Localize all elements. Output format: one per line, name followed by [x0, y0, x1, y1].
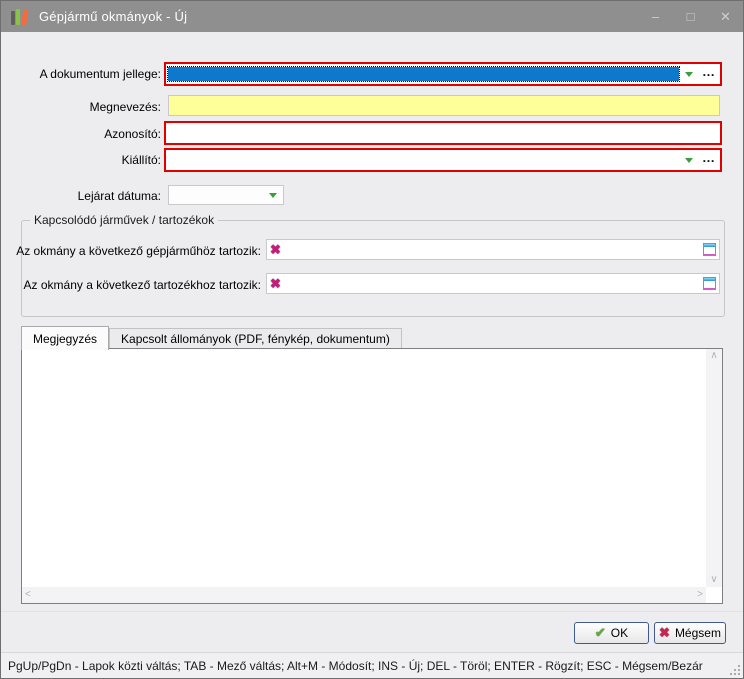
resize-grip[interactable]	[730, 665, 740, 675]
vehicle-picker-window-icon[interactable]	[703, 243, 716, 256]
identifier-field[interactable]	[164, 121, 722, 145]
related-vehicles-group: Kapcsolódó járművek / tartozékok	[21, 220, 725, 317]
issuer-lookup-button[interactable]: …	[699, 152, 719, 168]
accessory-link-label: Az okmány a következő tartozékhoz tartoz…	[1, 278, 261, 292]
window-controls: – □ ✕	[638, 1, 743, 32]
clear-vehicle-icon[interactable]: ✖	[270, 243, 281, 256]
expiry-dropdown-button[interactable]	[263, 187, 283, 203]
scroll-left-icon[interactable]: <	[25, 590, 31, 600]
cancel-button[interactable]: ✖ Mégsem	[654, 622, 726, 644]
expiry-date-combo[interactable]	[168, 185, 284, 205]
document-type-combo[interactable]: …	[164, 62, 722, 86]
comment-panel: ∧ ∨ < >	[21, 348, 723, 604]
window-title: Gépjármű okmányok - Új	[39, 9, 187, 24]
identifier-input[interactable]	[167, 125, 719, 141]
minimize-button[interactable]: –	[638, 1, 673, 32]
issuer-label: Kiállító:	[1, 153, 161, 167]
dialog-window: Gépjármű okmányok - Új – □ ✕ A dokumentu…	[0, 0, 744, 679]
issuer-dropdown-button[interactable]	[679, 152, 699, 168]
status-bar: PgUp/PgDn - Lapok közti váltás; TAB - Me…	[1, 652, 743, 678]
name-label: Megnevezés:	[1, 100, 161, 114]
cancel-button-label: Mégsem	[675, 626, 721, 640]
clear-accessory-icon[interactable]: ✖	[270, 277, 281, 290]
tab-megjegyzes[interactable]: Megjegyzés	[21, 326, 109, 350]
issuer-value[interactable]	[168, 153, 679, 167]
tab-kapcsolt-allomanyok[interactable]: Kapcsolt állományok (PDF, fénykép, dokum…	[109, 328, 402, 349]
scroll-down-icon[interactable]: ∨	[710, 575, 717, 585]
status-text: PgUp/PgDn - Lapok közti váltás; TAB - Me…	[8, 659, 703, 673]
document-type-lookup-button[interactable]: …	[699, 66, 719, 82]
title-bar: Gépjármű okmányok - Új – □ ✕	[1, 1, 743, 32]
scroll-up-icon[interactable]: ∧	[710, 351, 717, 361]
document-type-value[interactable]	[168, 67, 679, 81]
close-button[interactable]: ✕	[708, 1, 743, 32]
dropdown-arrow-icon	[685, 72, 693, 81]
accessory-link-field[interactable]: ✖	[266, 273, 720, 294]
name-input[interactable]	[172, 98, 716, 114]
horizontal-scrollbar[interactable]: < >	[22, 587, 706, 603]
vertical-scrollbar[interactable]: ∧ ∨	[706, 349, 722, 587]
document-type-label: A dokumentum jellege:	[1, 67, 161, 81]
dropdown-arrow-icon	[269, 193, 277, 202]
dropdown-arrow-icon	[685, 158, 693, 167]
vehicle-link-label: Az okmány a következő gépjárműhöz tartoz…	[1, 244, 261, 258]
expiry-label: Lejárat dátuma:	[1, 189, 161, 203]
maximize-button[interactable]: □	[673, 1, 708, 32]
vehicle-link-field[interactable]: ✖	[266, 239, 720, 260]
accessory-picker-window-icon[interactable]	[703, 277, 716, 290]
x-icon: ✖	[659, 625, 670, 641]
scroll-right-icon[interactable]: >	[697, 590, 703, 600]
issuer-combo[interactable]: …	[164, 148, 722, 172]
identifier-label: Azonosító:	[1, 127, 161, 141]
comment-textarea[interactable]	[22, 349, 706, 587]
ok-button[interactable]: ✔ OK	[574, 622, 649, 644]
books-app-icon	[11, 8, 31, 26]
ok-button-label: OK	[611, 626, 628, 640]
related-vehicles-legend: Kapcsolódó járművek / tartozékok	[30, 213, 218, 227]
name-field[interactable]	[168, 95, 720, 116]
document-type-dropdown-button[interactable]	[679, 66, 699, 82]
check-icon: ✔	[595, 625, 606, 641]
tab-bar: Megjegyzés Kapcsolt állományok (PDF, fén…	[21, 323, 402, 349]
panel-divider	[1, 611, 743, 612]
